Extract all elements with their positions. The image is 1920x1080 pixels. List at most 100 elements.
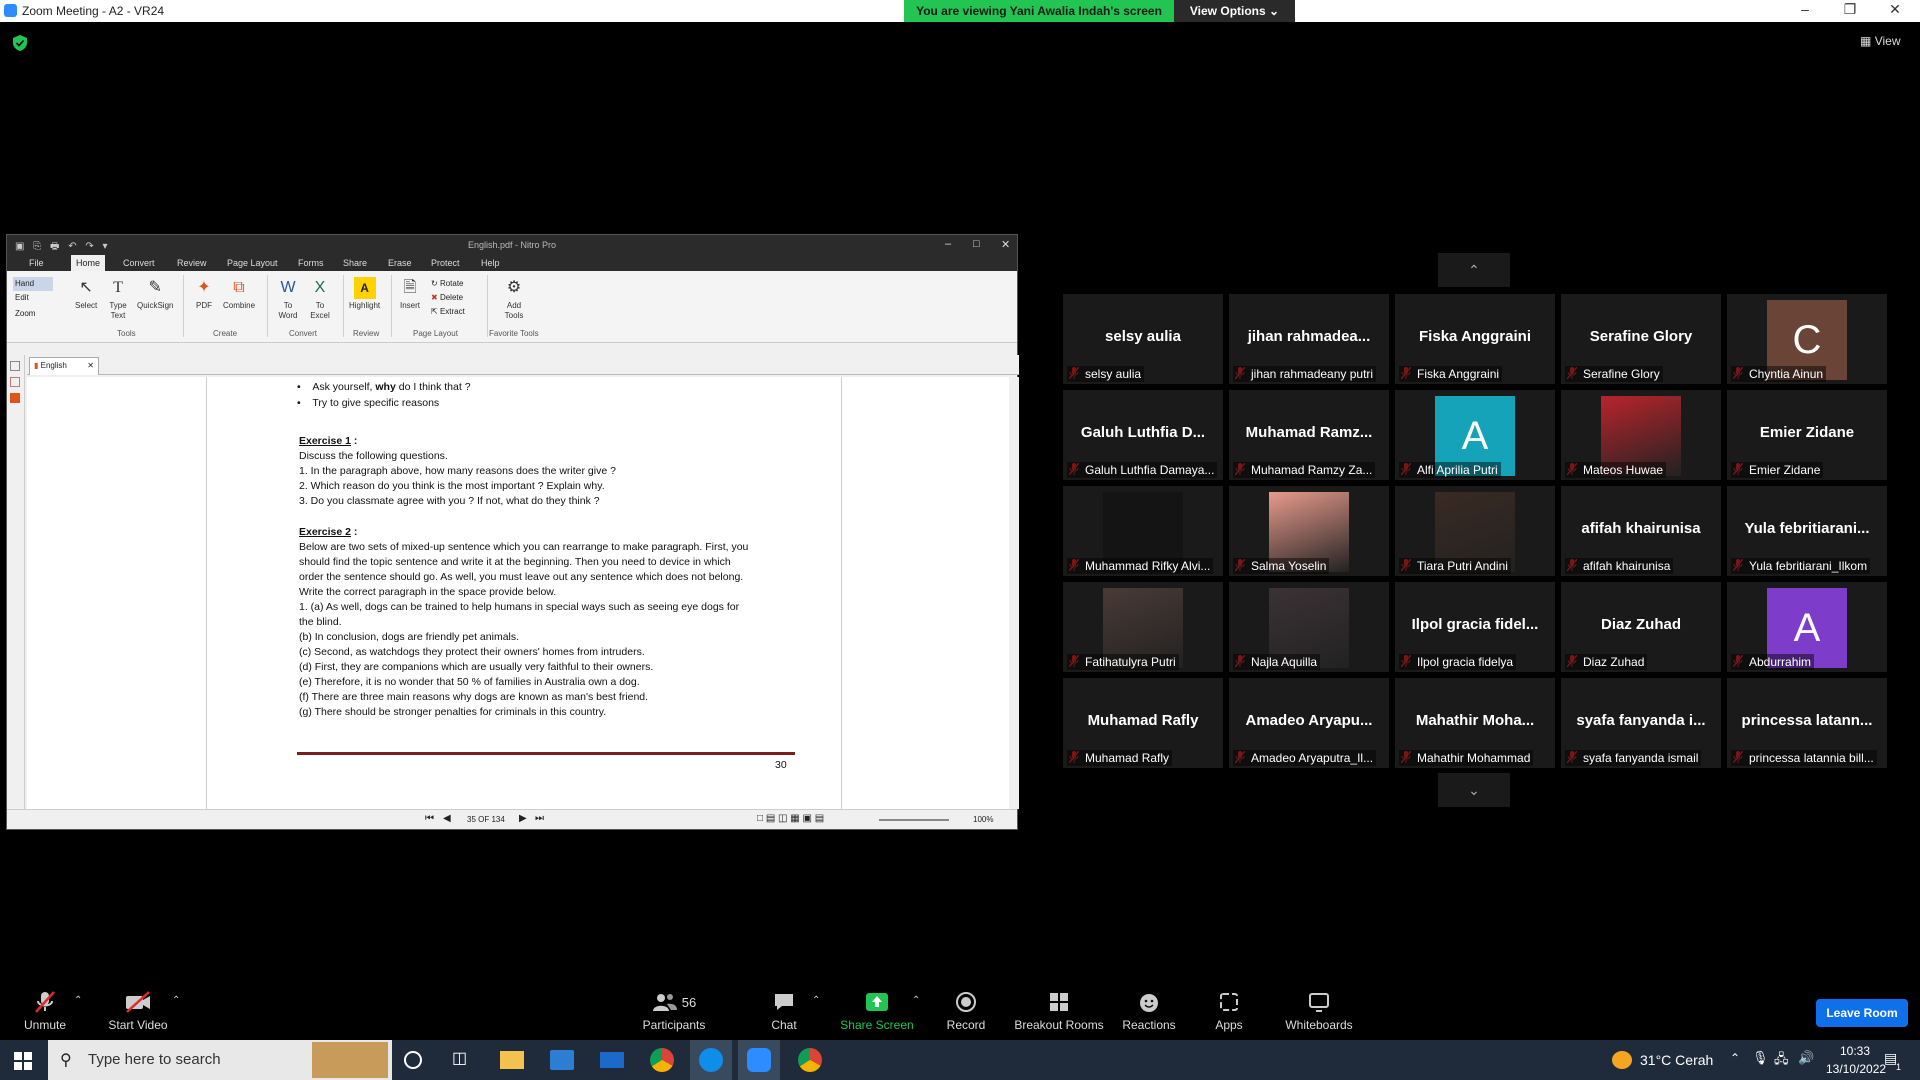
- document-tab[interactable]: ▮ English ✕: [29, 357, 99, 375]
- highlight-button[interactable]: A Highlight: [349, 277, 380, 311]
- next-page-icon[interactable]: ▶: [519, 813, 527, 824]
- nitro-maximize-button[interactable]: □: [973, 238, 980, 250]
- gallery-prev-button[interactable]: ⌃: [1438, 253, 1510, 287]
- menu-erase[interactable]: Erase: [388, 258, 412, 268]
- nitro-minimize-button[interactable]: –: [945, 238, 951, 250]
- windows-start-icon[interactable]: [14, 1052, 32, 1075]
- delete-button[interactable]: ✖ Delete: [431, 291, 465, 305]
- menu-page-layout[interactable]: Page Layout: [227, 258, 278, 268]
- participant-tile[interactable]: Galuh Luthfia D... Galuh Luthfia Damaya..…: [1063, 390, 1223, 480]
- participant-tile[interactable]: jihan rahmadea... jihan rahmadeany putri: [1229, 294, 1389, 384]
- type-text-tool[interactable]: T Type Text: [107, 277, 129, 321]
- zoom-slider[interactable]: [879, 819, 949, 821]
- zoom-task[interactable]: [738, 1040, 780, 1080]
- document-viewer[interactable]: • Ask yourself, why do I think that ? • …: [27, 377, 1009, 809]
- bookmarks-panel-icon[interactable]: [10, 377, 20, 387]
- participant-tile[interactable]: A Alfi Aprilia Putri: [1395, 390, 1555, 480]
- unmute-button[interactable]: Unmute: [20, 990, 70, 1032]
- menu-convert[interactable]: Convert: [123, 258, 155, 268]
- participant-tile[interactable]: afifah khairunisa afifah khairunisa: [1561, 486, 1721, 576]
- participant-tile[interactable]: Emier Zidane Emier Zidane: [1727, 390, 1887, 480]
- participants-button[interactable]: 56 Participants: [640, 990, 708, 1032]
- participant-tile[interactable]: Ilpol gracia fidel... Ilpol gracia fidely…: [1395, 582, 1555, 672]
- participant-tile[interactable]: Fiska Anggraini Fiska Anggraini: [1395, 294, 1555, 384]
- quicksign-tool[interactable]: ✎ QuickSign: [137, 277, 173, 311]
- combine-button[interactable]: ⧉ Combine: [223, 277, 255, 311]
- audio-options-caret[interactable]: ⌃: [74, 995, 82, 1006]
- chrome-icon[interactable]: [650, 1048, 674, 1072]
- participant-tile[interactable]: princessa latann... princessa latannia bi…: [1727, 678, 1887, 768]
- hand-tool[interactable]: Hand: [13, 277, 53, 291]
- chat-options-caret[interactable]: ⌃: [812, 995, 820, 1006]
- breakout-rooms-button[interactable]: Breakout Rooms: [1014, 990, 1104, 1032]
- menu-help[interactable]: Help: [481, 258, 500, 268]
- participant-tile[interactable]: Muhammad Rifky Alvi...: [1063, 486, 1223, 576]
- share-options-caret[interactable]: ⌃: [912, 995, 920, 1006]
- participant-tile[interactable]: C Chyntia Ainun: [1727, 294, 1887, 384]
- participant-tile[interactable]: A Abdurrahim: [1727, 582, 1887, 672]
- last-page-icon[interactable]: ⏭: [535, 813, 544, 824]
- restore-button[interactable]: ❐: [1835, 1, 1865, 18]
- participant-tile[interactable]: Fatihatulyra Putri: [1063, 582, 1223, 672]
- chat-button[interactable]: Chat: [764, 990, 804, 1032]
- pdf-button[interactable]: ✦ PDF: [193, 277, 215, 311]
- add-tools-button[interactable]: ⚙ Add Tools: [503, 277, 525, 321]
- network-icon[interactable]: 🖧: [1774, 1050, 1789, 1072]
- close-tab-icon[interactable]: ✕: [87, 361, 94, 370]
- cortana-icon[interactable]: [404, 1051, 422, 1069]
- select-tool[interactable]: ↖ Select: [75, 277, 97, 311]
- clock-time[interactable]: 10:33: [1840, 1044, 1870, 1058]
- microphone-icon[interactable]: 🎙: [1752, 1050, 1769, 1066]
- participant-tile[interactable]: Serafine Glory Serafine Glory: [1561, 294, 1721, 384]
- chrome-profile-icon[interactable]: [798, 1048, 822, 1072]
- zoom-level[interactable]: 100%: [973, 815, 993, 824]
- start-video-button[interactable]: Start Video: [106, 990, 170, 1032]
- participant-tile[interactable]: Salma Yoselin: [1229, 486, 1389, 576]
- participant-tile[interactable]: Mahathir Moha... Mahathir Mohammad: [1395, 678, 1555, 768]
- gallery-next-button[interactable]: ⌄: [1438, 773, 1510, 807]
- video-options-caret[interactable]: ⌃: [172, 995, 180, 1006]
- to-word-button[interactable]: W To Word: [277, 277, 299, 321]
- first-page-icon[interactable]: ⏮: [425, 813, 434, 824]
- reactions-button[interactable]: Reactions: [1122, 990, 1176, 1032]
- participant-tile[interactable]: Amadeo Aryapu... Amadeo Aryaputra_Il...: [1229, 678, 1389, 768]
- participant-tile[interactable]: syafa fanyanda i... syafa fanyanda ismail: [1561, 678, 1721, 768]
- extract-button[interactable]: ⇱ Extract: [431, 305, 465, 319]
- tray-overflow-icon[interactable]: ⌃: [1730, 1051, 1740, 1065]
- view-button[interactable]: ▦ View: [1860, 34, 1900, 48]
- view-options-button[interactable]: View Options ⌄: [1174, 0, 1295, 22]
- volume-icon[interactable]: 🔊: [1798, 1050, 1814, 1066]
- zoom-tool[interactable]: Zoom: [15, 309, 35, 318]
- menu-forms[interactable]: Forms: [298, 258, 324, 268]
- page-indicator[interactable]: 35 OF 134: [467, 815, 505, 824]
- attachments-panel-icon[interactable]: [10, 393, 20, 403]
- rotate-button[interactable]: ↻ Rotate: [431, 277, 465, 291]
- clock-date[interactable]: 13/10/2022: [1826, 1062, 1886, 1076]
- menu-review[interactable]: Review: [177, 258, 207, 268]
- nitro-close-button[interactable]: ✕: [1001, 238, 1010, 251]
- participant-tile[interactable]: Muhamad Ramz... Muhamad Ramzy Za...: [1229, 390, 1389, 480]
- participant-tile[interactable]: Mateos Huwae: [1561, 390, 1721, 480]
- taskbar-search[interactable]: ⚲ Type here to search: [48, 1040, 392, 1080]
- security-shield-icon[interactable]: [13, 35, 27, 51]
- menu-file[interactable]: File: [29, 258, 44, 268]
- to-excel-button[interactable]: X To Excel: [309, 277, 331, 321]
- participant-tile[interactable]: Diaz Zuhad Diaz Zuhad: [1561, 582, 1721, 672]
- weather-text[interactable]: 31°C Cerah: [1640, 1052, 1713, 1068]
- minimize-button[interactable]: –: [1790, 1, 1820, 17]
- edit-tool[interactable]: Edit: [15, 293, 29, 302]
- prev-page-icon[interactable]: ◀: [443, 813, 451, 824]
- leave-room-button[interactable]: Leave Room: [1816, 999, 1908, 1027]
- store-icon[interactable]: [550, 1050, 574, 1070]
- apps-button[interactable]: Apps: [1212, 990, 1246, 1032]
- participant-tile[interactable]: selsy aulia selsy aulia: [1063, 294, 1223, 384]
- pages-panel-icon[interactable]: [10, 361, 20, 371]
- participant-tile[interactable]: Najla Aquilla: [1229, 582, 1389, 672]
- menu-home[interactable]: Home: [71, 255, 106, 271]
- share-screen-button[interactable]: Share Screen: [840, 990, 914, 1032]
- menu-share[interactable]: Share: [343, 258, 367, 268]
- file-explorer-icon[interactable]: [500, 1051, 524, 1069]
- whiteboards-button[interactable]: Whiteboards: [1282, 990, 1356, 1032]
- menu-protect[interactable]: Protect: [431, 258, 460, 268]
- participant-tile[interactable]: Yula febritiarani... Yula febritiarani_Il…: [1727, 486, 1887, 576]
